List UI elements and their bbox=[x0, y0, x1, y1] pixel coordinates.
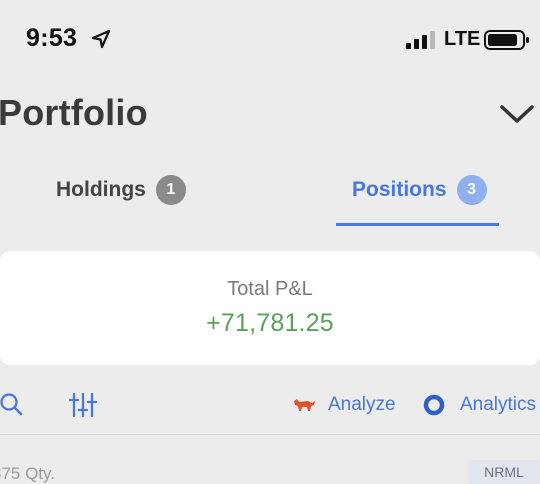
tab-label: Holdings bbox=[56, 178, 146, 201]
analyze-button[interactable]: Analyze bbox=[292, 392, 396, 418]
network-type: LTE bbox=[444, 28, 481, 50]
tab-positions[interactable]: Positions 3 bbox=[352, 168, 487, 212]
holdings-count-badge: 1 bbox=[155, 175, 186, 205]
battery-icon bbox=[484, 30, 529, 50]
active-tab-indicator bbox=[336, 223, 499, 226]
tab-label: Positions bbox=[352, 178, 447, 201]
tab-holdings[interactable]: Holdings 1 bbox=[56, 168, 186, 212]
pnl-card bbox=[0, 251, 540, 365]
position-row[interactable]: 375 Qty. NRML bbox=[0, 436, 540, 484]
status-time: 9:53 bbox=[26, 24, 78, 52]
chevron-down-icon[interactable] bbox=[499, 101, 535, 127]
product-type-badge: NRML bbox=[468, 460, 540, 484]
bull-icon bbox=[294, 399, 315, 411]
page-title: Portfolio bbox=[0, 92, 148, 133]
ring-icon bbox=[423, 394, 445, 416]
analyze-label: Analyze bbox=[328, 394, 396, 415]
positions-count-badge: 3 bbox=[456, 175, 487, 205]
analytics-label: Analytics bbox=[460, 394, 537, 415]
analytics-button[interactable]: Analytics bbox=[422, 392, 536, 418]
signal-icon bbox=[406, 31, 435, 49]
divider bbox=[0, 434, 540, 435]
sliders-icon[interactable] bbox=[69, 392, 97, 418]
position-quantity: 375 Qty. bbox=[0, 464, 55, 483]
search-icon[interactable] bbox=[0, 393, 24, 417]
pnl-label: Total P&L bbox=[227, 278, 313, 300]
status-bar: 9:53 LTE bbox=[0, 0, 540, 78]
location-arrow-icon bbox=[91, 29, 111, 49]
pnl-value: +71,781.25 bbox=[206, 309, 334, 337]
